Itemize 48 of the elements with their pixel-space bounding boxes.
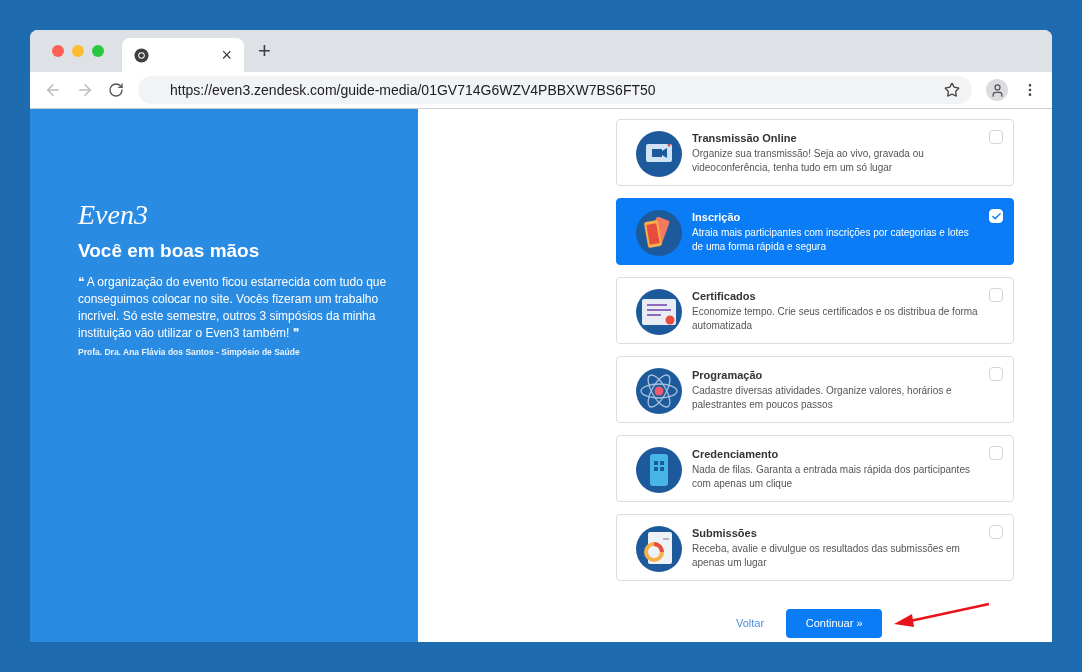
document-chart-icon bbox=[636, 526, 682, 572]
testimonial-quote: ❝ A organização do evento ficou estarrecida com tudo que conseguimos colocar no site. Vocês fizeram um trabalho incrível. Só este semestre, outros 3 simpósios da minha instituição vão utilizar o Even3 também! ❞ bbox=[78, 273, 388, 342]
feature-description: Atraia mais participantes com inscrições por categorias e lotes de uma forma rápida e segura bbox=[692, 225, 970, 254]
feature-checkbox[interactable] bbox=[989, 446, 1003, 460]
browser-logo-icon bbox=[134, 47, 149, 63]
feature-title: Programação bbox=[692, 368, 764, 383]
feature-description: Organize sua transmissão! Seja ao vivo, gravada ou videoconferência, tenha tudo em um só lugar bbox=[692, 146, 925, 175]
close-window-icon[interactable] bbox=[52, 45, 64, 57]
feature-card[interactable]: Submissões Receba, avalie e divulgue os resultados das submissões em apenas um lugar bbox=[616, 514, 1014, 581]
tickets-icon bbox=[636, 210, 682, 256]
feature-card[interactable]: Transmissão Online Organize sua transmissão! Seja ao vivo, gravada ou videoconferência, tenha tudo em um só lugar bbox=[616, 119, 1014, 186]
certificate-icon bbox=[636, 289, 682, 335]
video-camera-icon bbox=[636, 131, 682, 177]
testimonial-author: Profa. Dra. Ana Flávia dos Santos - Simpósio de Saúde bbox=[78, 345, 301, 359]
continue-button[interactable]: Continuar » bbox=[786, 609, 883, 638]
atom-icon bbox=[636, 368, 682, 414]
feature-checkbox[interactable] bbox=[989, 525, 1003, 539]
tab-close-button[interactable]: × bbox=[221, 46, 232, 64]
maximize-window-icon[interactable] bbox=[92, 45, 104, 57]
new-tab-button[interactable]: + bbox=[258, 40, 271, 62]
feature-title: Credenciamento bbox=[692, 447, 780, 462]
bookmark-star-icon[interactable] bbox=[944, 82, 960, 98]
feature-description: Nada de filas. Garanta a entrada mais rápida dos participantes com apenas um clique bbox=[692, 462, 971, 491]
feature-checkbox[interactable] bbox=[989, 130, 1003, 144]
feature-description: Cadastre diversas atividades. Organize valores, horários e palestrantes em poucos passos bbox=[692, 383, 953, 412]
back-link[interactable]: Voltar bbox=[736, 615, 765, 632]
feature-checkbox[interactable] bbox=[989, 288, 1003, 302]
feature-title: Transmissão Online bbox=[692, 131, 798, 146]
forward-arrow-icon[interactable] bbox=[76, 81, 94, 99]
brand-logo: Even3 bbox=[78, 201, 148, 229]
feature-card[interactable]: Programação Cadastre diversas atividades. Organize valores, horários e palestrantes em poucos passos bbox=[616, 356, 1014, 423]
feature-description: Receba, avalie e divulgue os resultados das submissões em apenas um lugar bbox=[692, 541, 961, 570]
address-bar[interactable]: https://even3.zendesk.com/guide-media/01GV714G6WZV4PBBXW7BS6FT50 bbox=[138, 76, 972, 104]
feature-title: Inscrição bbox=[692, 210, 742, 225]
reload-icon[interactable] bbox=[108, 82, 124, 98]
feature-card[interactable]: Certificados Economize tempo. Crie seus certificados e os distribua de forma automatizada bbox=[616, 277, 1014, 344]
feature-card[interactable]: Credenciamento Nada de filas. Garanta a entrada mais rápida dos participantes com apenas um clique bbox=[616, 435, 1014, 502]
feature-title: Submissões bbox=[692, 526, 758, 541]
feature-description: Economize tempo. Crie seus certificados e os distribua de forma automatizada bbox=[692, 304, 979, 333]
feature-title: Certificados bbox=[692, 289, 757, 304]
minimize-window-icon[interactable] bbox=[72, 45, 84, 57]
profile-avatar-icon[interactable] bbox=[986, 79, 1008, 101]
feature-card[interactable]: Inscrição Atraia mais participantes com inscrições por categorias e lotes de uma forma rápida e segura bbox=[616, 198, 1014, 265]
url-text: https://even3.zendesk.com/guide-media/01GV714G6WZV4PBBXW7BS6FT50 bbox=[170, 80, 656, 100]
phone-icon bbox=[636, 447, 682, 493]
promo-heading: Você em boas mãos bbox=[78, 239, 261, 263]
browser-tab[interactable]: × bbox=[122, 38, 244, 72]
feature-checkbox[interactable] bbox=[989, 367, 1003, 381]
